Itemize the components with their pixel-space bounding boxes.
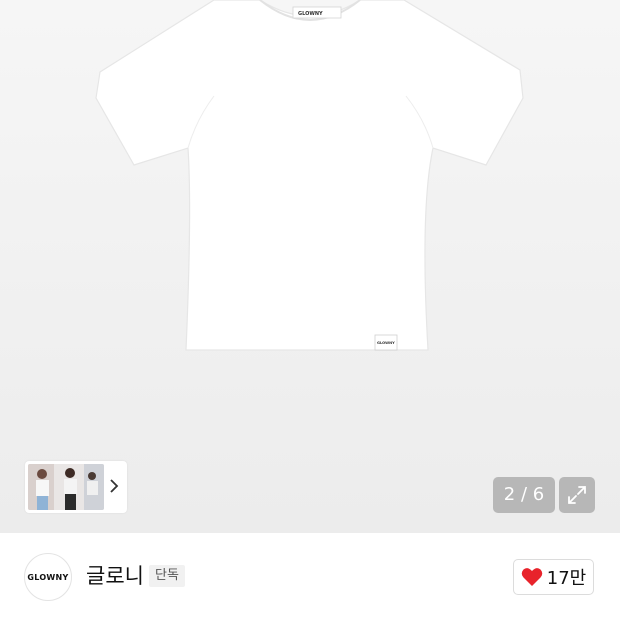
chevron-right-icon — [110, 479, 119, 493]
brand-bar: GLOWNY 글로니 단독 17만 — [0, 533, 620, 620]
gallery-counter: 2 / 6 — [493, 477, 555, 513]
product-image-gallery[interactable]: GLOWNY GLOWNY 2 / 6 — [0, 0, 620, 533]
thumbnail-strip[interactable] — [25, 461, 127, 513]
brand-name[interactable]: 글로니 — [86, 563, 144, 589]
heart-icon — [521, 568, 543, 586]
exclusive-badge: 단독 — [149, 565, 185, 587]
product-image: GLOWNY GLOWNY — [95, 0, 524, 351]
like-button[interactable]: 17만 — [513, 559, 594, 595]
expand-button[interactable] — [559, 477, 595, 513]
expand-icon — [568, 486, 586, 504]
thumbnail-image — [28, 464, 104, 510]
neck-label-text: GLOWNY — [298, 11, 323, 17]
like-count: 17만 — [546, 568, 587, 589]
hem-label-text: GLOWNY — [377, 341, 395, 345]
brand-logo[interactable]: GLOWNY — [24, 553, 72, 601]
